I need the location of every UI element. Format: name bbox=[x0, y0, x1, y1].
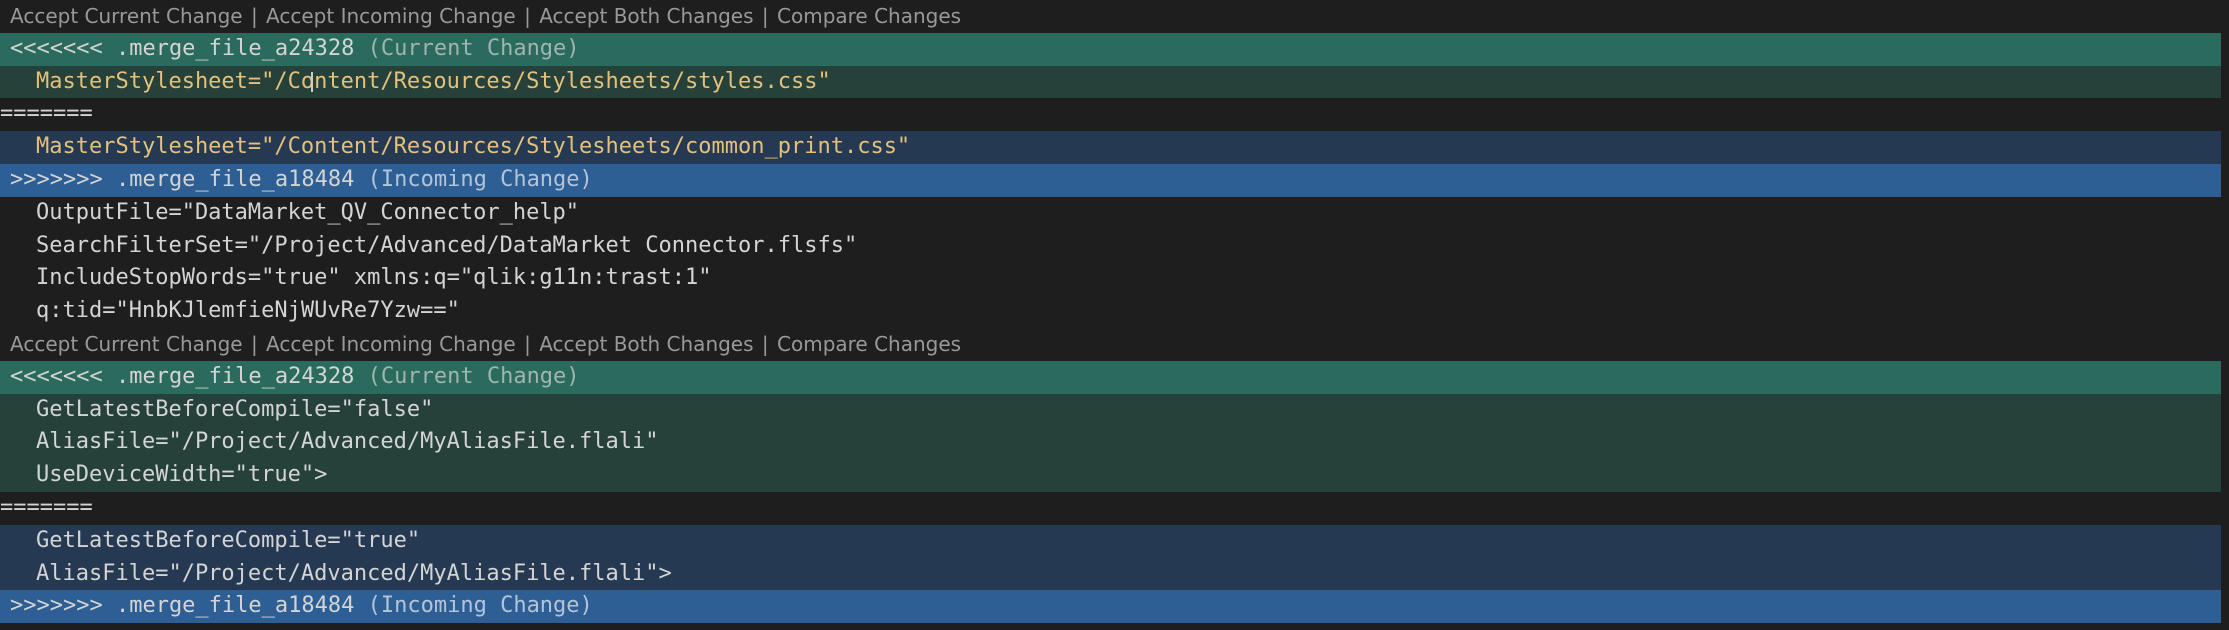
incoming-change-header[interactable]: >>>>>>> .merge_file_a18484 (Incoming Cha… bbox=[0, 590, 2221, 624]
code-line[interactable]: IncludeStopWords="true" xmlns:q="qlik:g1… bbox=[0, 262, 2221, 296]
current-change-marker: <<<<<<< .merge_file_a24328 bbox=[10, 363, 355, 389]
code-text: OutputFile="DataMarket_QV_Connector_help… bbox=[36, 199, 580, 225]
code-text: MasterStylesheet="/Content/Resources/Sty… bbox=[36, 68, 831, 94]
code-text: GetLatestBeforeCompile="true" bbox=[36, 527, 421, 553]
code-line[interactable]: SearchFilterSet="/Project/Advanced/DataM… bbox=[0, 229, 2221, 263]
incoming-change-line[interactable]: GetLatestBeforeCompile="true" bbox=[0, 524, 2221, 558]
accept-current-change-link[interactable]: Accept Current Change bbox=[10, 332, 243, 356]
codelens-bar-1: Accept Current Change | Accept Incoming … bbox=[0, 0, 2221, 33]
accept-incoming-change-link[interactable]: Accept Incoming Change bbox=[266, 332, 516, 356]
accept-both-changes-link[interactable]: Accept Both Changes bbox=[539, 332, 753, 356]
current-change-line[interactable]: GetLatestBeforeCompile="false" bbox=[0, 393, 2221, 427]
incoming-change-label: (Incoming Change) bbox=[367, 593, 593, 619]
incoming-change-label: (Incoming Change) bbox=[367, 166, 593, 192]
code-text: AliasFile="/Project/Advanced/MyAliasFile… bbox=[36, 560, 672, 586]
divider-text: ======= bbox=[0, 101, 93, 127]
code-line[interactable]: q:tid="HnbKJlemfieNjWUvRe7Yzw==" bbox=[0, 295, 2221, 328]
code-line[interactable]: OutputFile="DataMarket_QV_Connector_help… bbox=[0, 196, 2221, 230]
editor-pane[interactable]: Accept Current Change | Accept Incoming … bbox=[0, 0, 2229, 630]
current-change-header[interactable]: <<<<<<< .merge_file_a24328 (Current Chan… bbox=[0, 32, 2221, 66]
text-cursor-icon bbox=[311, 71, 319, 92]
code-text: SearchFilterSet="/Project/Advanced/DataM… bbox=[36, 232, 858, 258]
code-text: GetLatestBeforeCompile="false" bbox=[36, 396, 434, 422]
current-change-line[interactable]: UseDeviceWidth="true"> bbox=[0, 459, 2221, 492]
compare-changes-link[interactable]: Compare Changes bbox=[777, 4, 961, 28]
current-change-header[interactable]: <<<<<<< .merge_file_a24328 (Current Chan… bbox=[0, 360, 2221, 394]
code-text: MasterStylesheet="/Content/Resources/Sty… bbox=[36, 134, 911, 160]
current-change-line[interactable]: MasterStylesheet="/Content/Resources/Sty… bbox=[0, 65, 2221, 99]
incoming-change-line[interactable]: MasterStylesheet="/Content/Resources/Sty… bbox=[0, 131, 2221, 164]
code-text: UseDeviceWidth="true"> bbox=[36, 462, 328, 488]
code-text: q:tid="HnbKJlemfieNjWUvRe7Yzw==" bbox=[36, 298, 460, 324]
current-change-marker: <<<<<<< .merge_file_a24328 bbox=[10, 35, 355, 61]
codelens-separator: | bbox=[524, 4, 531, 28]
codelens-separator: | bbox=[761, 331, 769, 356]
scrollbar-gutter[interactable] bbox=[2221, 0, 2229, 630]
codelens-separator: | bbox=[761, 4, 769, 28]
divider-text: ======= bbox=[0, 494, 93, 520]
accept-both-changes-link[interactable]: Accept Both Changes bbox=[539, 4, 753, 28]
incoming-change-header[interactable]: >>>>>>> .merge_file_a18484 (Incoming Cha… bbox=[0, 163, 2221, 197]
current-change-line[interactable]: AliasFile="/Project/Advanced/MyAliasFile… bbox=[0, 426, 2221, 460]
accept-current-change-link[interactable]: Accept Current Change bbox=[10, 4, 243, 28]
code-text: IncludeStopWords="true" xmlns:q="qlik:g1… bbox=[36, 265, 712, 291]
conflict-divider[interactable]: ======= bbox=[0, 98, 2221, 132]
incoming-change-marker: >>>>>>> .merge_file_a18484 bbox=[10, 593, 355, 619]
current-change-label: (Current Change) bbox=[367, 363, 580, 389]
compare-changes-link[interactable]: Compare Changes bbox=[777, 332, 961, 356]
codelens-separator: | bbox=[524, 331, 531, 356]
codelens-bar-2: Accept Current Change | Accept Incoming … bbox=[0, 328, 2221, 361]
incoming-change-line[interactable]: AliasFile="/Project/Advanced/MyAliasFile… bbox=[0, 557, 2221, 591]
codelens-separator: | bbox=[250, 4, 258, 28]
incoming-change-marker: >>>>>>> .merge_file_a18484 bbox=[10, 166, 355, 192]
conflict-divider[interactable]: ======= bbox=[0, 491, 2221, 525]
code-text: AliasFile="/Project/Advanced/MyAliasFile… bbox=[36, 429, 659, 455]
accept-incoming-change-link[interactable]: Accept Incoming Change bbox=[266, 4, 516, 28]
codelens-separator: | bbox=[250, 331, 258, 356]
current-change-label: (Current Change) bbox=[367, 35, 580, 61]
